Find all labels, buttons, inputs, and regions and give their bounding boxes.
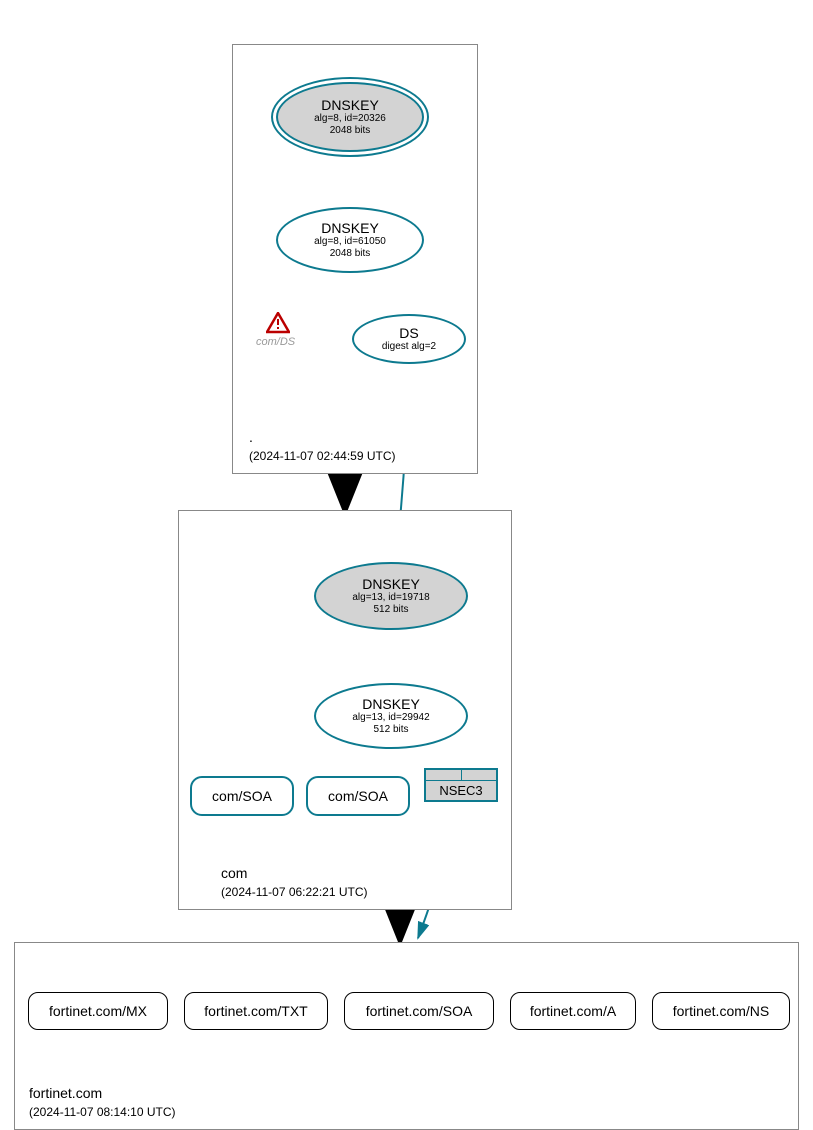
zone-fortinet-name: fortinet.com xyxy=(29,1085,102,1101)
zone-fortinet: fortinet.com (2024-11-07 08:14:10 UTC) xyxy=(14,942,799,1130)
node-fortinet-ns: fortinet.com/NS xyxy=(652,992,790,1030)
node-com-dnskey-zsk: DNSKEY alg=13, id=29942 512 bits xyxy=(314,683,468,749)
node-ds-title: DS xyxy=(399,325,418,341)
node-nsec3-label: NSEC3 xyxy=(426,781,496,800)
node-root-ksk-title: DNSKEY xyxy=(321,97,379,113)
node-root-ksk-line2: 2048 bits xyxy=(330,125,371,137)
node-com-zsk-title: DNSKEY xyxy=(362,696,420,712)
node-root-zsk-title: DNSKEY xyxy=(321,220,379,236)
zone-com-timestamp: (2024-11-07 06:22:21 UTC) xyxy=(221,885,368,899)
node-fortinet-txt: fortinet.com/TXT xyxy=(184,992,328,1030)
node-com-dnskey-ksk: DNSKEY alg=13, id=19718 512 bits xyxy=(314,562,468,630)
warning-icon xyxy=(266,312,290,339)
node-ds-line1: digest alg=2 xyxy=(382,341,436,353)
node-root-ksk-line1: alg=8, id=20326 xyxy=(314,113,386,125)
node-fortinet-mx: fortinet.com/MX xyxy=(28,992,168,1030)
zone-root-name: . xyxy=(249,429,253,445)
node-com-ksk-line1: alg=13, id=19718 xyxy=(352,592,429,604)
node-root-zsk-line1: alg=8, id=61050 xyxy=(314,236,386,248)
node-com-soa-1: com/SOA xyxy=(190,776,294,816)
node-root-dnskey-zsk: DNSKEY alg=8, id=61050 2048 bits xyxy=(276,207,424,273)
node-fortinet-soa: fortinet.com/SOA xyxy=(344,992,494,1030)
zone-fortinet-timestamp: (2024-11-07 08:14:10 UTC) xyxy=(29,1105,176,1119)
node-fortinet-a: fortinet.com/A xyxy=(510,992,636,1030)
zone-com-name: com xyxy=(221,865,247,881)
node-nsec3: NSEC3 xyxy=(424,768,498,802)
node-ds: DS digest alg=2 xyxy=(352,314,466,364)
node-root-dnskey-ksk: DNSKEY alg=8, id=20326 2048 bits xyxy=(276,82,424,152)
node-com-ksk-title: DNSKEY xyxy=(362,576,420,592)
node-com-ksk-line2: 512 bits xyxy=(373,604,408,616)
zone-root-timestamp: (2024-11-07 02:44:59 UTC) xyxy=(249,449,396,463)
warning-label: com/DS xyxy=(256,336,295,348)
node-root-zsk-line2: 2048 bits xyxy=(330,248,371,260)
node-com-zsk-line2: 512 bits xyxy=(373,724,408,736)
node-com-zsk-line1: alg=13, id=29942 xyxy=(352,712,429,724)
node-com-soa-2: com/SOA xyxy=(306,776,410,816)
